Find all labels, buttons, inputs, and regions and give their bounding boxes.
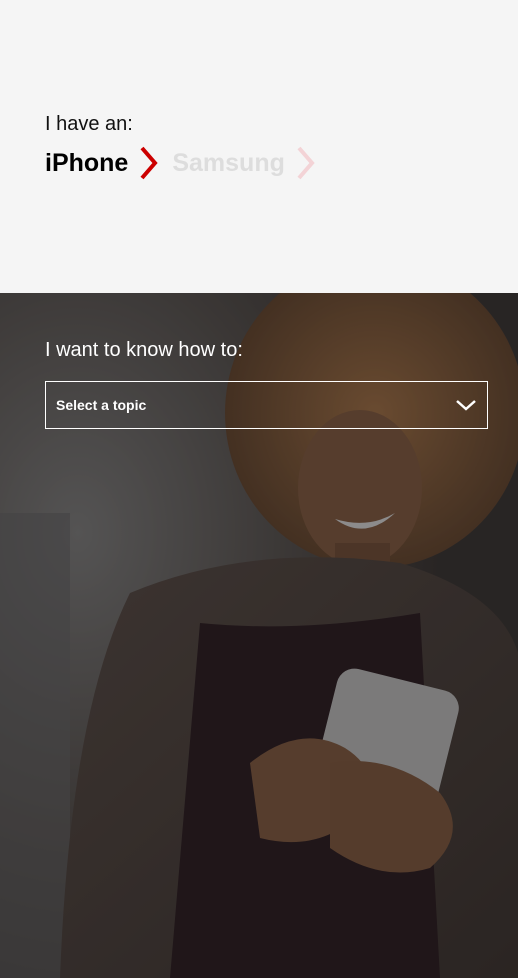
topic-label: I want to know how to:	[45, 339, 243, 361]
device-option-samsung[interactable]: Samsung	[172, 145, 317, 181]
device-option-samsung-label: Samsung	[172, 148, 285, 177]
device-picker-label: I have an:	[45, 113, 133, 135]
chevron-right-icon	[297, 146, 315, 180]
chevron-right-icon	[140, 146, 158, 180]
topic-section: I want to know how to: Select a topic	[0, 293, 518, 978]
device-option-iphone-label: iPhone	[45, 148, 129, 177]
device-selector-section: I have an: iPhone Samsung	[0, 0, 518, 293]
device-options: iPhone Samsung	[45, 143, 317, 183]
topic-select-value: Select a topic	[56, 397, 147, 413]
device-option-iphone[interactable]: iPhone	[45, 145, 160, 181]
chevron-down-icon	[456, 400, 476, 411]
topic-select[interactable]: Select a topic	[45, 381, 488, 429]
